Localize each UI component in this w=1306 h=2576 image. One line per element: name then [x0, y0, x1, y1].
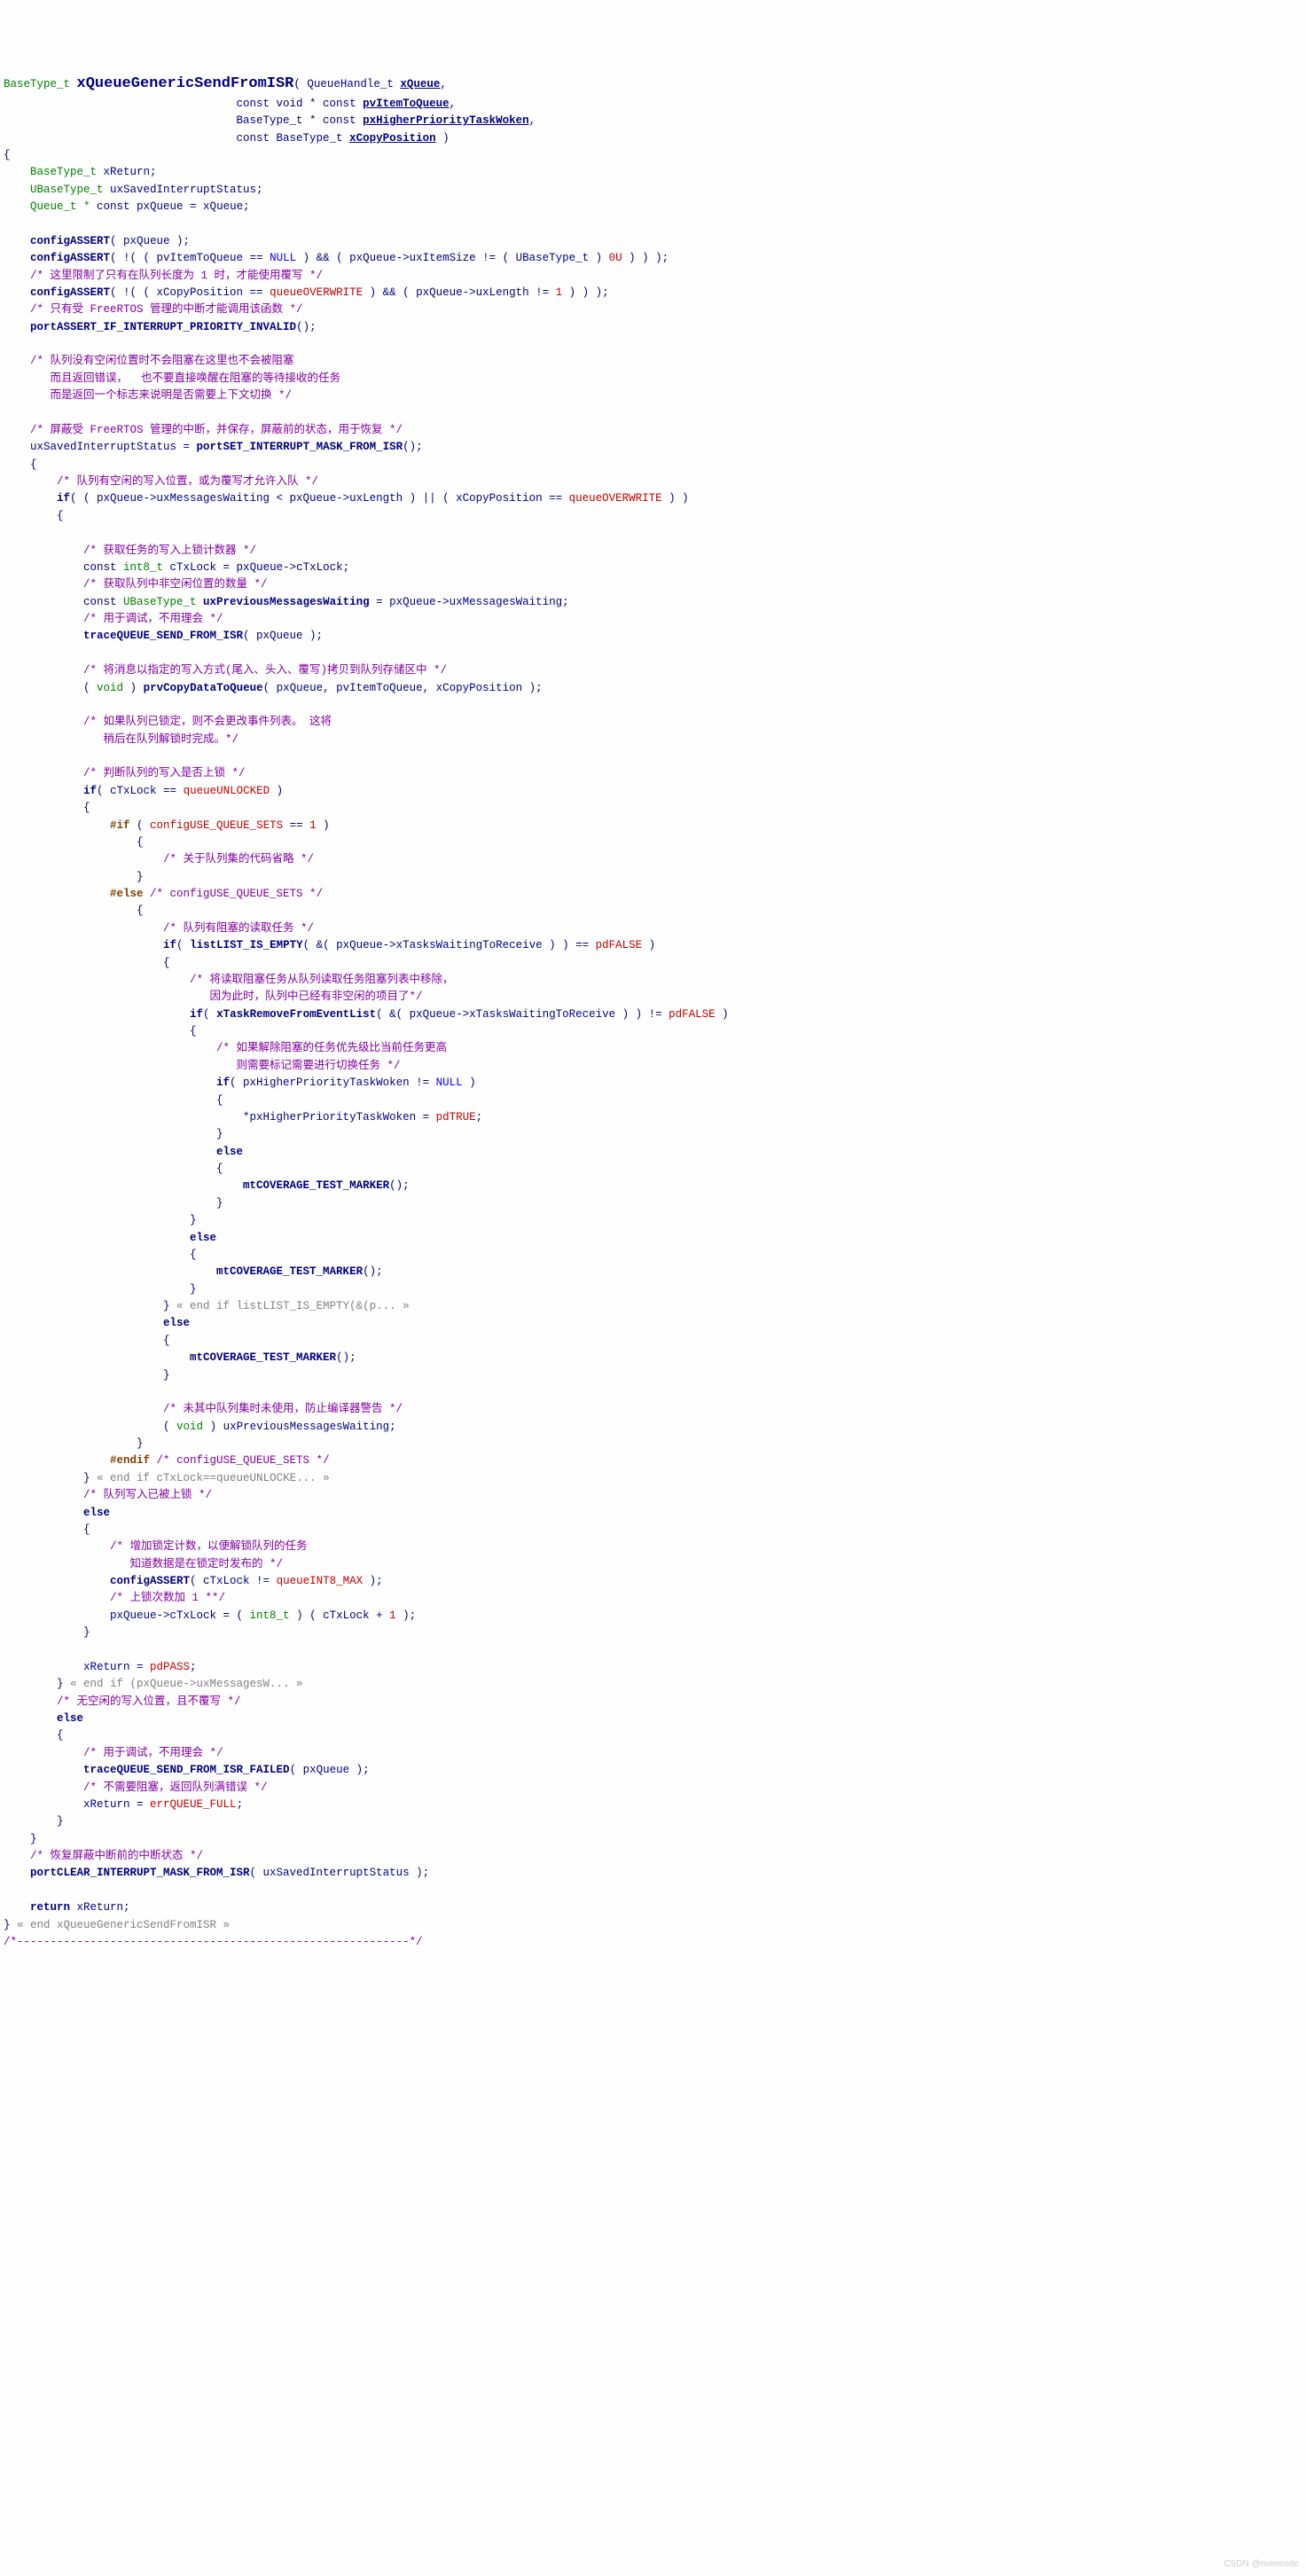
- comment: /* 这里限制了只有在队列长度为 1 时，才能使用覆写 */: [4, 270, 323, 282]
- param-xqueue: xQueue: [400, 78, 440, 90]
- watermark: CSDN @nvencode: [1224, 2557, 1299, 2572]
- return-type: BaseType_t: [4, 78, 70, 90]
- function-name: xQueueGenericSendFromISR: [77, 75, 294, 92]
- pp-else: #else: [4, 888, 144, 900]
- param-pxhigher: pxHigherPriorityTaskWoken: [363, 114, 529, 127]
- configassert: configASSERT: [4, 235, 110, 247]
- code-block: BaseType_t xQueueGenericSendFromISR( Que…: [4, 73, 1302, 1952]
- portset-mask: portSET_INTERRUPT_MASK_FROM_ISR: [197, 441, 403, 453]
- param-pvitem: pvItemToQueue: [363, 98, 450, 110]
- pp-endif: #endif: [4, 1454, 150, 1467]
- mtcoverage: mtCOVERAGE_TEST_MARKER: [4, 1179, 389, 1192]
- brace-open: {: [4, 149, 11, 161]
- portclear-mask: portCLEAR_INTERRUPT_MASK_FROM_ISR: [4, 1867, 250, 1879]
- trace-failed: traceQUEUE_SEND_FROM_ISR_FAILED: [4, 1764, 290, 1776]
- param-xcopy: xCopyPosition: [349, 132, 436, 145]
- paren: ( QueueHandle_t: [293, 78, 400, 90]
- listlist-empty: listLIST_IS_EMPTY: [190, 939, 303, 951]
- portassert: portASSERT_IF_INTERRUPT_PRIORITY_INVALID: [4, 321, 296, 333]
- trace-send: traceQUEUE_SEND_FROM_ISR: [4, 630, 243, 642]
- xtaskremove: xTaskRemoveFromEventList: [216, 1008, 376, 1021]
- prvcopydata: prvCopyDataToQueue: [144, 682, 263, 694]
- end-annotation: « end if listLIST_IS_EMPTY(&(p... »: [170, 1300, 410, 1312]
- pp-if: #if: [4, 819, 130, 832]
